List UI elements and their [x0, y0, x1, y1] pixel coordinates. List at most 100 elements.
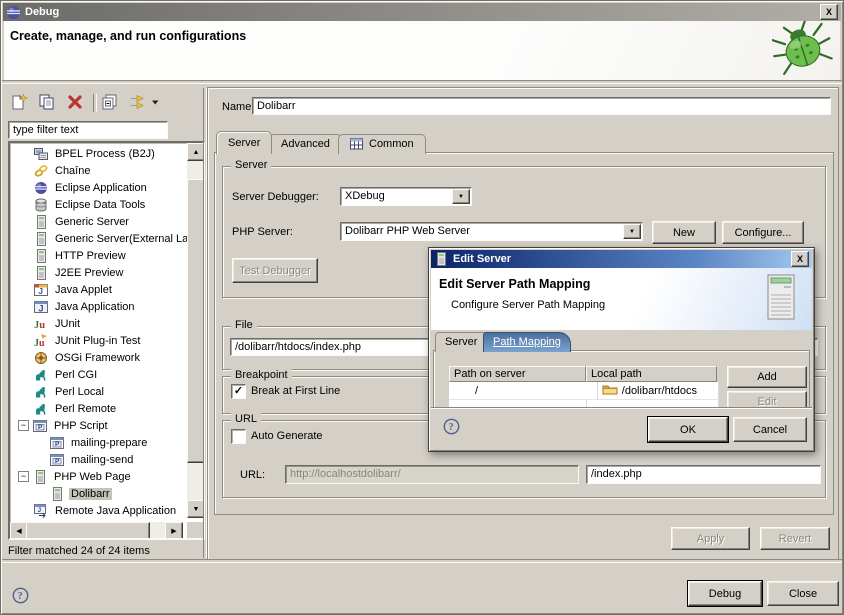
server-debugger-select[interactable]: XDebug ▼	[340, 187, 472, 206]
edit-server-heading: Edit Server Path Mapping	[439, 277, 590, 291]
tab-common[interactable]: Common	[338, 134, 426, 154]
tree-item-php-web-page[interactable]: − PHP Web Page	[12, 468, 191, 485]
close-button[interactable]: Close	[767, 581, 839, 606]
tree-item-j2ee-preview[interactable]: J2EE Preview	[12, 264, 205, 281]
tree-expander-icon[interactable]: −	[18, 420, 29, 431]
tree-item-label: mailing-prepare	[69, 437, 149, 449]
mapping-table-row[interactable]: //dolibarr/htdocs	[449, 382, 719, 400]
php-script-icon: P	[33, 419, 48, 433]
tree-item-perl-remote[interactable]: Perl Remote	[12, 400, 205, 417]
new-server-button[interactable]: New	[652, 221, 716, 244]
url-path-input[interactable]: /index.php	[586, 465, 821, 484]
name-input[interactable]: Dolibarr	[252, 97, 831, 115]
tree-item-http-preview[interactable]: HTTP Preview	[12, 247, 205, 264]
tree-item-junit-plug-in-test[interactable]: JuJUnit Plug-in Test	[12, 332, 205, 349]
break-at-first-line-label: Break at First Line	[251, 385, 340, 397]
chain-icon	[34, 164, 49, 178]
tree-item-label: J2EE Preview	[53, 267, 125, 279]
tree-item-label: Perl Local	[53, 386, 106, 398]
tree-item-osgi-framework[interactable]: OSGi Framework	[12, 349, 205, 366]
perl-icon	[34, 368, 49, 382]
delete-configuration-button[interactable]	[64, 92, 86, 114]
tree-item-eclipse-application[interactable]: Eclipse Application	[12, 179, 205, 196]
tree-item-label: PHP Web Page	[52, 471, 133, 483]
duplicate-configuration-button[interactable]	[36, 92, 58, 114]
tree-item-label: Generic Server	[53, 216, 131, 228]
page-title: Create, manage, and run configurations	[10, 29, 246, 43]
tree-item-mailing-send[interactable]: Pmailing-send	[12, 451, 205, 468]
svg-text:P: P	[38, 424, 43, 431]
break-at-first-line-checkbox[interactable]	[231, 384, 246, 399]
new-config-icon	[10, 93, 28, 114]
debug-button[interactable]: Debug	[688, 581, 762, 606]
column-header-path-on-server[interactable]: Path on server	[449, 366, 586, 382]
horizontal-scroll-thumb[interactable]	[26, 522, 150, 540]
tree-item-bpel-process-b2j[interactable]: BPEL Process (B2J)	[12, 145, 205, 162]
tree-item-cha-ne[interactable]: Chaîne	[12, 162, 205, 179]
tab-server[interactable]: Server	[216, 131, 272, 154]
svg-text:P: P	[55, 441, 60, 448]
tree-item-php-script[interactable]: −PPHP Script	[12, 417, 191, 434]
configure-server-button[interactable]: Configure...	[722, 221, 804, 244]
tree-item-java-applet[interactable]: JJava Applet	[12, 281, 205, 298]
tree-item-mailing-prepare[interactable]: Pmailing-prepare	[12, 434, 205, 451]
dialog-header-banner: Create, manage, and run configurations	[4, 21, 840, 80]
filter-icon	[129, 93, 147, 114]
add-mapping-button[interactable]: Add	[727, 366, 807, 388]
tree-horizontal-scrollbar[interactable]: ◀ ▶	[10, 522, 183, 538]
tree-item-remote-java-application[interactable]: JRemote Java Application	[12, 502, 205, 519]
edit-server-dialog: Edit Server X Edit Server Path Mapping C…	[428, 247, 815, 452]
tree-item-generic-server-external-la[interactable]: Generic Server(External La	[12, 230, 205, 247]
apply-button[interactable]: Apply	[671, 527, 750, 550]
server-debugger-dropdown-icon[interactable]: ▼	[452, 189, 470, 204]
test-debugger-button[interactable]: Test Debugger	[232, 258, 318, 283]
php-web-icon	[50, 487, 65, 501]
type-filter-input[interactable]: type filter text	[8, 121, 168, 139]
tree-expander-icon[interactable]: −	[18, 471, 29, 482]
scroll-right-button[interactable]: ▶	[165, 522, 183, 540]
tree-item-eclipse-data-tools[interactable]: Eclipse Data Tools	[12, 196, 205, 213]
ok-button[interactable]: OK	[648, 417, 728, 442]
collapse-all-button[interactable]	[99, 92, 121, 114]
java-applet-icon: J	[34, 283, 49, 297]
tree-item-perl-cgi[interactable]: Perl CGI	[12, 366, 205, 383]
server-icon	[34, 232, 49, 246]
name-label: Name:	[222, 101, 254, 113]
window-close-button[interactable]: X	[820, 4, 838, 20]
cell-local-path: /dolibarr/htdocs	[598, 382, 719, 400]
new-configuration-button[interactable]	[8, 92, 30, 114]
dialog-help-icon[interactable]: ?	[443, 418, 460, 438]
column-header-local-path[interactable]: Local path	[586, 366, 717, 382]
server-icon	[34, 249, 49, 263]
php-server-label: PHP Server:	[232, 226, 293, 238]
php-server-dropdown-icon[interactable]: ▼	[623, 224, 641, 239]
perl-icon	[34, 385, 49, 399]
tree-item-generic-server[interactable]: Generic Server	[12, 213, 205, 230]
revert-button[interactable]: Revert	[760, 527, 830, 550]
tree-item-perl-local[interactable]: Perl Local	[12, 383, 205, 400]
eclipse-logo-icon	[6, 5, 21, 19]
tree-item-dolibarr[interactable]: Dolibarr	[12, 485, 205, 502]
tree-item-label: Eclipse Data Tools	[53, 199, 147, 211]
filter-button[interactable]	[127, 92, 149, 114]
svg-text:J: J	[38, 507, 42, 514]
tree-item-java-application[interactable]: JJava Application	[12, 298, 205, 315]
auto-generate-checkbox[interactable]	[231, 429, 246, 444]
edit-server-subheading: Configure Server Path Mapping	[451, 299, 605, 311]
breakpoint-group-legend: Breakpoint	[231, 369, 292, 381]
tab-advanced[interactable]: Advanced	[269, 134, 342, 154]
filter-menu-button[interactable]	[149, 92, 161, 114]
cancel-button[interactable]: Cancel	[733, 417, 807, 442]
server-group-legend: Server	[231, 159, 271, 171]
help-icon[interactable]: ?	[12, 587, 29, 607]
svg-text:P: P	[55, 458, 60, 465]
tree-vertical-scrollbar[interactable]: ▲ ▼	[187, 143, 203, 518]
url-label: URL:	[240, 469, 265, 481]
server-illustration-icon	[764, 273, 798, 326]
tree-item-junit[interactable]: JuJUnit	[12, 315, 205, 332]
dialog-tab-path-mapping[interactable]: Path Mapping	[483, 332, 571, 352]
php-server-select[interactable]: Dolibarr PHP Web Server ▼	[340, 222, 643, 241]
edit-server-close-button[interactable]: X	[791, 251, 809, 267]
collapse-all-icon	[101, 93, 119, 114]
dialog-tab-server[interactable]: Server	[435, 332, 487, 352]
